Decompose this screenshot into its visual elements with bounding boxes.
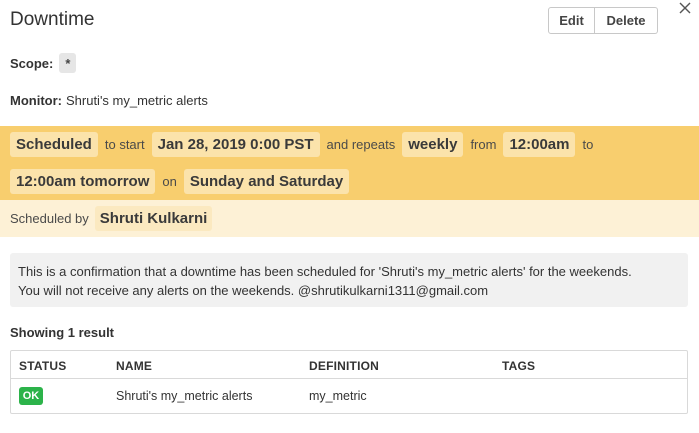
- status-badge: OK: [19, 387, 43, 405]
- scheduled-by-name: Shruti Kulkarni: [94, 206, 213, 231]
- column-header-tags[interactable]: TAGS: [502, 359, 535, 373]
- results-table: STATUS NAME DEFINITION TAGS OK Shruti's …: [10, 350, 688, 414]
- message-line-2: You will not receive any alerts on the w…: [18, 283, 489, 298]
- to-time: 12:00am tomorrow: [10, 169, 156, 194]
- monitor-label: Monitor:: [10, 93, 62, 108]
- delete-button[interactable]: Delete: [595, 7, 658, 34]
- results-summary: Showing 1 result: [10, 325, 115, 340]
- scheduled-by-label: Scheduled by: [10, 211, 89, 226]
- scope-value-chip: *: [59, 53, 77, 73]
- confirmation-message: This is a confirmation that a downtime h…: [10, 253, 688, 307]
- row-monitor-name[interactable]: Shruti's my_metric alerts: [116, 389, 252, 403]
- schedule-days: Sunday and Saturday: [183, 169, 350, 194]
- message-line-1: This is a confirmation that a downtime h…: [18, 264, 632, 279]
- row-definition: my_metric: [309, 389, 367, 403]
- monitor-value: Shruti's my_metric alerts: [65, 93, 208, 108]
- column-header-definition[interactable]: DEFINITION: [309, 359, 379, 373]
- edit-button[interactable]: Edit: [548, 7, 595, 34]
- column-header-status[interactable]: STATUS: [19, 359, 66, 373]
- table-row[interactable]: OK Shruti's my_metric alerts my_metric: [11, 380, 687, 414]
- page-title: Downtime: [10, 9, 95, 30]
- from-text: from: [470, 137, 497, 152]
- scope-row: Scope: *: [10, 53, 77, 73]
- repeats-text: and repeats: [326, 137, 396, 152]
- header-actions: Edit Delete: [548, 7, 658, 34]
- schedule-line-1: Scheduled to start Jan 28, 2019 0:00 PST…: [10, 131, 600, 158]
- repeat-frequency: weekly: [402, 132, 464, 157]
- scheduled-by-row: Scheduled by Shruti Kulkarni: [10, 206, 213, 231]
- close-icon[interactable]: [676, 0, 694, 16]
- to-start-text: to start: [104, 137, 145, 152]
- column-header-name[interactable]: NAME: [116, 359, 152, 373]
- schedule-status: Scheduled: [10, 132, 98, 157]
- on-text: on: [162, 174, 177, 189]
- schedule-line-2: 12:00am tomorrow on Sunday and Saturday: [10, 168, 350, 195]
- table-header: STATUS NAME DEFINITION TAGS: [11, 351, 687, 379]
- from-time: 12:00am: [503, 132, 576, 157]
- scope-label: Scope:: [10, 55, 54, 71]
- monitor-row: Monitor: Shruti's my_metric alerts: [10, 93, 208, 108]
- start-time: Jan 28, 2019 0:00 PST: [151, 132, 320, 157]
- to-text: to: [582, 137, 594, 152]
